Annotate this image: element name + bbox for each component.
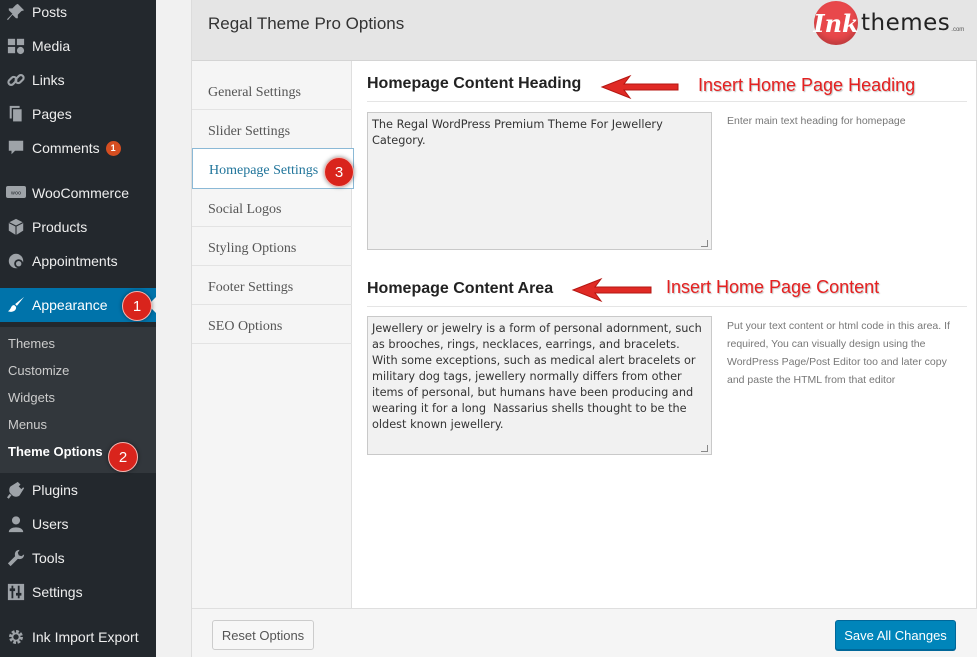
logo-mark: Ink [813, 1, 859, 45]
submenu-item-customize[interactable]: Customize [8, 363, 69, 378]
sidebar-item-plugins[interactable]: Plugins [0, 473, 156, 507]
logo-suffix: .com [951, 27, 965, 33]
sidebar-item-products[interactable]: Products [0, 210, 156, 244]
section-heading-homepage-content-heading: Homepage Content Heading [367, 75, 582, 92]
sidebar-item-label: Ink Import Export [32, 629, 139, 645]
submenu-item-widgets[interactable]: Widgets [8, 390, 55, 405]
red-arrow-left-icon [600, 74, 679, 100]
appointments-icon [6, 251, 26, 271]
sidebar-item-label: Posts [32, 4, 68, 20]
sidebar-item-label: Appearance [32, 297, 108, 313]
pages-icon [6, 104, 26, 124]
annotation-insert-content: Insert Home Page Content [666, 277, 880, 297]
pushpin-icon [6, 2, 26, 22]
wrench-icon [6, 548, 26, 568]
sidebar-item-label: Plugins [32, 482, 78, 498]
svg-text:woo: woo [11, 191, 21, 197]
homepage-heading-textarea[interactable]: The Regal WordPress Premium Theme For Je… [367, 112, 712, 250]
tab-general-settings[interactable]: General Settings [192, 71, 352, 110]
save-all-changes-button[interactable]: Save All Changes [835, 620, 956, 650]
comment-icon [6, 138, 26, 158]
annotation-insert-heading: Insert Home Page Heading [698, 75, 916, 95]
step-badge: 2 [108, 442, 138, 472]
sidebar-item-tools[interactable]: Tools [0, 541, 156, 575]
sidebar-item-ink-import-export[interactable]: Ink Import Export [0, 620, 156, 654]
sidebar-item-label: Links [32, 72, 65, 88]
reset-options-button[interactable]: Reset Options [212, 620, 314, 650]
homepage-content-textarea[interactable]: Jewellery or jewelry is a form of person… [367, 316, 712, 455]
step-badge: 1 [122, 291, 152, 321]
panel-footer: Reset Options Save All Changes [192, 608, 977, 657]
inkthemes-logo: Ink themes .com [813, 1, 965, 45]
section-divider [367, 306, 967, 307]
section-heading-homepage-content-area: Homepage Content Area [367, 280, 554, 297]
resize-handle[interactable] [701, 445, 708, 452]
link-icon [6, 70, 26, 90]
sidebar-item-comments[interactable]: Comments 1 [0, 131, 156, 165]
submenu-item-theme-options[interactable]: Theme Options [8, 444, 103, 459]
sidebar-item-label: WooCommerce [32, 185, 129, 201]
tab-social-logos[interactable]: Social Logos [192, 188, 352, 227]
admin-sidebar: Posts Media Links Pages Comments 1 woo W… [0, 0, 156, 657]
panel-header: Regal Theme Pro Options Ink themes .com [192, 0, 977, 61]
products-icon [6, 217, 26, 237]
settings-icon [6, 582, 26, 602]
sidebar-item-label: Comments [32, 140, 100, 156]
sidebar-item-label: Settings [32, 584, 83, 600]
user-icon [6, 514, 26, 534]
woocommerce-icon: woo [6, 183, 26, 203]
sidebar-item-label: Products [32, 219, 88, 235]
media-icon [6, 36, 26, 56]
homepage-content-description: Put your text content or html code in th… [727, 320, 950, 386]
logo-text: themes [861, 10, 951, 36]
sidebar-item-label: Media [32, 38, 71, 54]
tab-slider-settings[interactable]: Slider Settings [192, 110, 352, 149]
plugin-icon [6, 480, 26, 500]
sidebar-item-settings[interactable]: Settings [0, 575, 156, 609]
sidebar-item-label: Users [32, 516, 69, 532]
sidebar-item-posts[interactable]: Posts [0, 0, 156, 29]
submenu-item-themes[interactable]: Themes [8, 336, 55, 351]
homepage-heading-description: Enter main text heading for homepage [727, 115, 906, 127]
step-badge: 3 [324, 157, 354, 187]
section-divider [367, 101, 967, 102]
gear-icon [6, 627, 26, 647]
sidebar-item-users[interactable]: Users [0, 507, 156, 541]
sidebar-item-label: Pages [32, 106, 72, 122]
red-arrow-left-icon [571, 277, 652, 303]
tab-styling-options[interactable]: Styling Options [192, 227, 352, 266]
theme-options-panel: Regal Theme Pro Options Ink themes .com … [191, 0, 977, 657]
paintbrush-icon [6, 295, 26, 315]
sidebar-item-media[interactable]: Media [0, 29, 156, 63]
sidebar-item-pages[interactable]: Pages [0, 97, 156, 131]
sidebar-item-label: Tools [32, 550, 65, 566]
resize-handle[interactable] [701, 240, 708, 247]
sidebar-item-links[interactable]: Links [0, 63, 156, 97]
sidebar-item-woocommerce[interactable]: woo WooCommerce [0, 176, 156, 210]
tab-footer-settings[interactable]: Footer Settings [192, 266, 352, 305]
sidebar-item-label: Appointments [32, 253, 118, 269]
submenu-item-menus[interactable]: Menus [8, 417, 47, 432]
sidebar-item-appointments[interactable]: Appointments [0, 244, 156, 278]
options-tabs: General Settings Slider Settings Homepag… [192, 61, 354, 608]
page-title: Regal Theme Pro Options [208, 14, 405, 33]
tab-seo-options[interactable]: SEO Options [192, 305, 352, 344]
comment-count-badge: 1 [105, 140, 121, 156]
